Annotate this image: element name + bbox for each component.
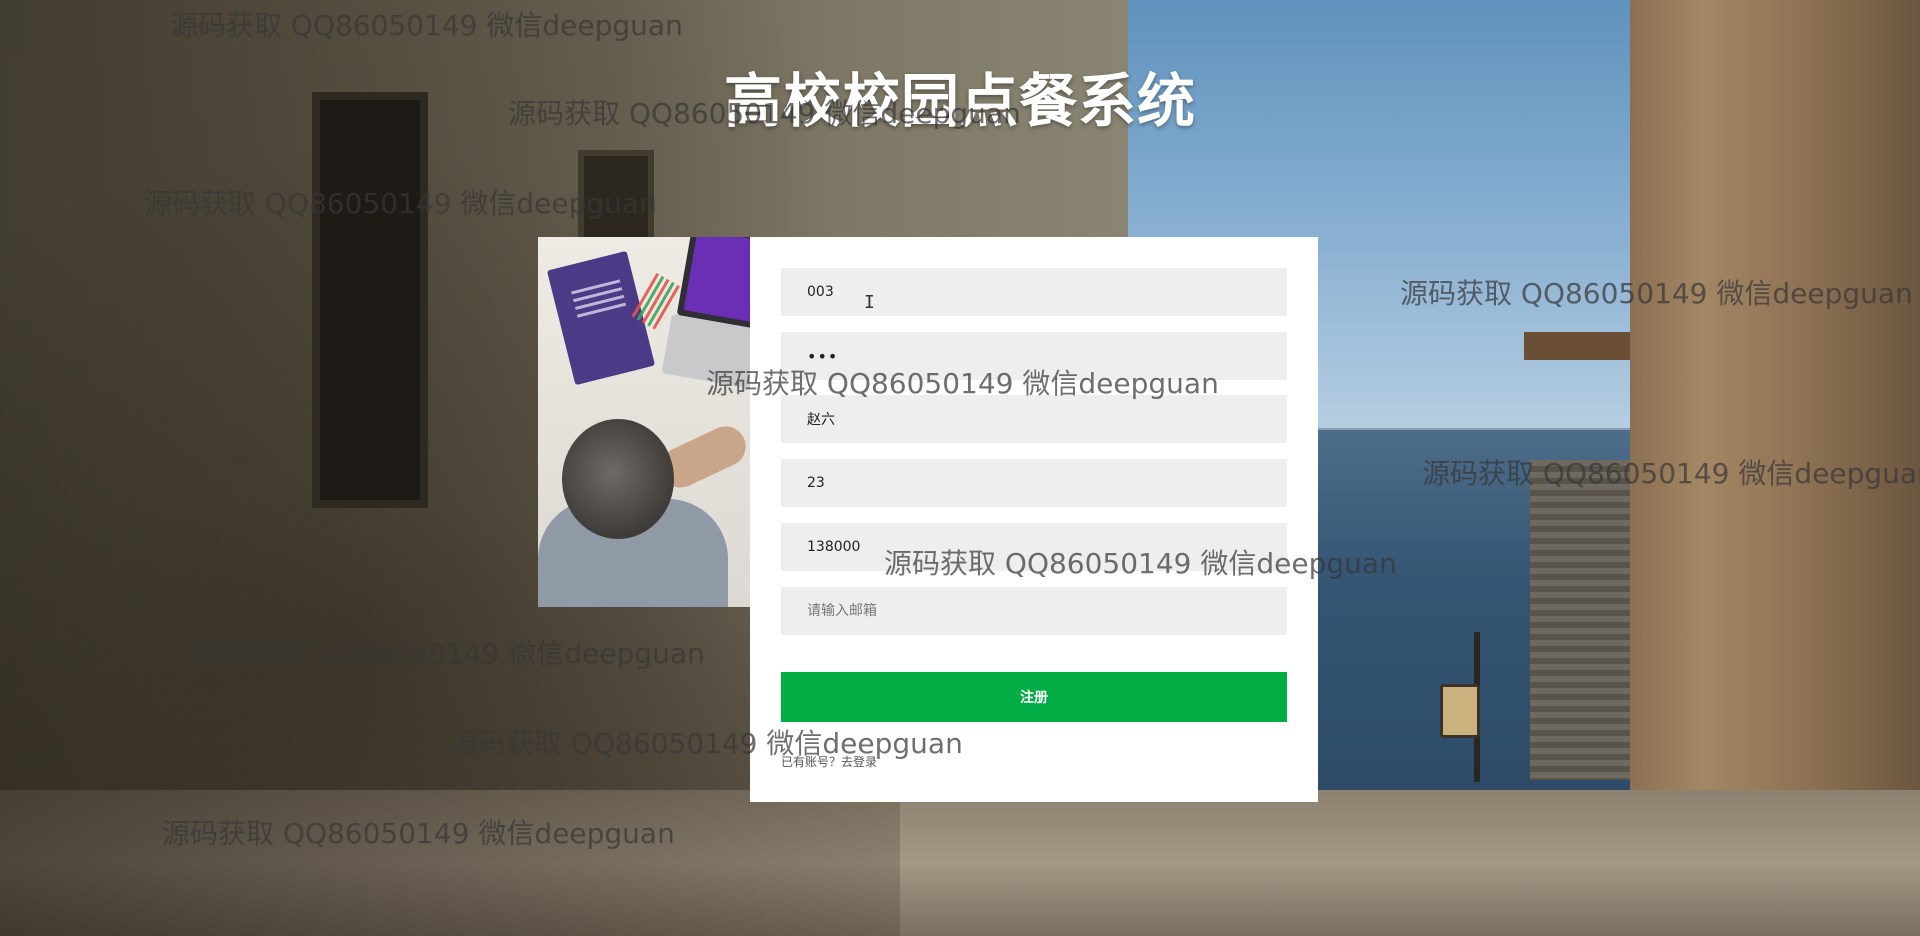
register-card-image <box>538 237 750 607</box>
page-title: 高校校园点餐系统 <box>723 67 1196 135</box>
account-input[interactable] <box>781 268 1287 316</box>
password-input[interactable] <box>781 332 1287 380</box>
register-form: 注册 已有账号？去登录 <box>750 237 1318 802</box>
login-link[interactable]: 已有账号？去登录 <box>781 753 877 770</box>
phone-input[interactable] <box>781 523 1287 571</box>
register-button[interactable]: 注册 <box>781 672 1287 722</box>
email-input[interactable] <box>781 587 1287 635</box>
photo-keyboard <box>661 313 750 393</box>
background-lamp <box>1440 684 1480 738</box>
background-window <box>312 92 428 508</box>
background-stone-stair <box>1530 460 1640 780</box>
age-input[interactable] <box>781 459 1287 507</box>
name-input[interactable] <box>781 395 1287 443</box>
background-roof-ledge <box>1524 332 1634 360</box>
text-cursor-icon: I <box>864 292 875 313</box>
background-street-shadow <box>0 790 900 936</box>
photo-person-head <box>562 419 674 539</box>
